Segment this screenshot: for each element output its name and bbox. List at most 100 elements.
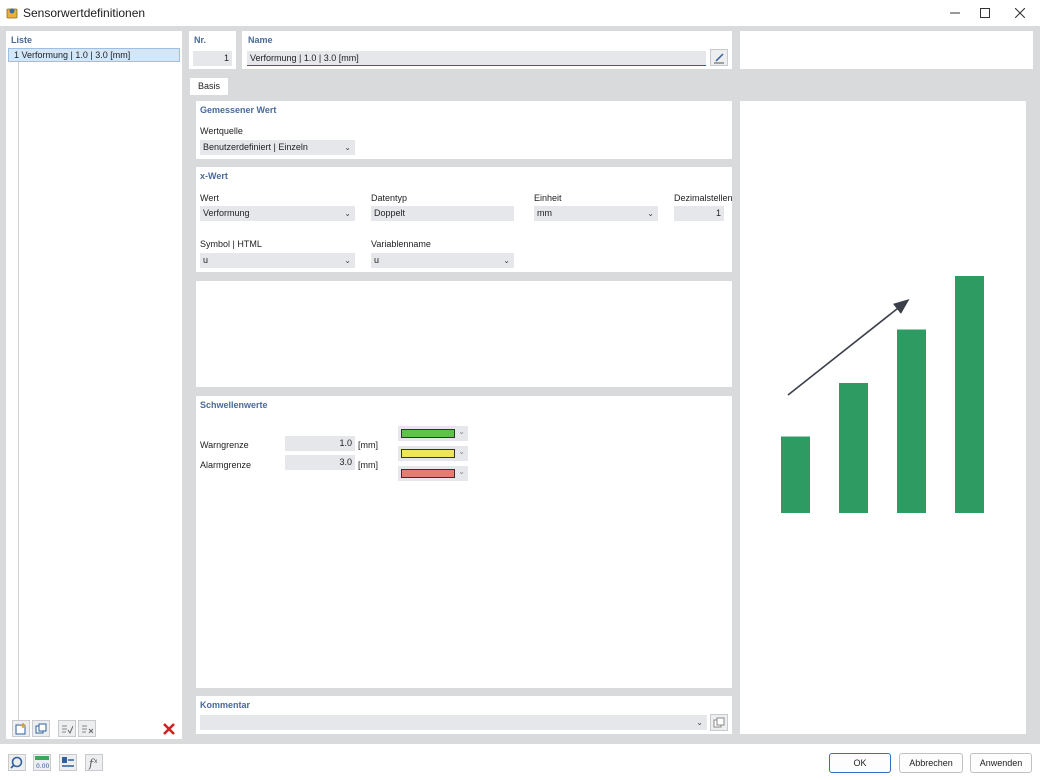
einheit-value: mm: [537, 208, 552, 218]
x-icon: [1015, 8, 1025, 18]
name-panel: Name Verformung | 1.0 | 3.0 [mm]: [242, 31, 732, 69]
ok-color-select[interactable]: ⌄: [398, 426, 468, 441]
warn-unit: [mm]: [358, 440, 378, 450]
search-button[interactable]: [8, 754, 26, 771]
svg-text:0.00: 0.00: [36, 763, 50, 770]
illustration-bar: [839, 383, 868, 513]
wert-label: Wert: [200, 193, 219, 203]
minimize-button[interactable]: [938, 0, 972, 26]
illustration-panel: [740, 101, 1026, 734]
ok-button[interactable]: OK: [829, 753, 891, 773]
growth-chart-illustration: [781, 276, 984, 513]
variable-value: u: [374, 255, 380, 265]
new-item-button[interactable]: [12, 720, 30, 737]
delete-icon: [162, 722, 175, 735]
list-item[interactable]: 1 Verformung | 1.0 | 3.0 [mm]: [8, 48, 180, 62]
wert-value: Verformung: [203, 208, 250, 218]
einheit-select[interactable]: mm ⌄: [534, 206, 658, 221]
check-list-icon: [62, 725, 73, 734]
nr-label: Nr.: [194, 35, 207, 45]
uncheck-list-icon: [82, 725, 93, 733]
wert-select[interactable]: Verformung ⌄: [200, 206, 355, 221]
measured-title: Gemessener Wert: [200, 105, 277, 115]
new-icon: [15, 722, 26, 734]
color-swatch: [401, 449, 455, 458]
symbol-value: u: [203, 255, 209, 265]
alarm-color-select[interactable]: ⌄: [398, 466, 468, 481]
tab-basis[interactable]: Basis: [190, 78, 228, 95]
maximize-button[interactable]: [968, 0, 1002, 26]
apply-button[interactable]: Anwenden: [970, 753, 1032, 773]
comment-library-button[interactable]: [710, 714, 728, 731]
formula-icon: fx: [85, 754, 103, 771]
alarm-unit: [mm]: [358, 460, 378, 470]
thresholds-title: Schwellenwerte: [200, 400, 268, 410]
copy-item-button[interactable]: [32, 720, 50, 737]
uncheck-button[interactable]: [78, 720, 96, 737]
comment-title: Kommentar: [200, 700, 251, 710]
illustration-bar: [897, 329, 926, 513]
list-panel: Liste: [6, 31, 182, 739]
display-settings-button[interactable]: [59, 754, 77, 771]
warn-color-select[interactable]: ⌄: [398, 446, 468, 461]
xvalue-section: x-Wert Wert Verformung ⌄ Datentyp Doppel…: [196, 167, 733, 272]
formula-button[interactable]: fx: [85, 754, 103, 771]
title-bar: Sensorwertdefinitionen: [0, 0, 1040, 26]
source-value: Benutzerdefiniert | Einzeln: [203, 142, 308, 152]
edit-name-button[interactable]: [710, 49, 728, 66]
alarm-field[interactable]: 3.0: [285, 455, 355, 470]
chevron-down-icon: ⌄: [458, 447, 465, 456]
source-label: Wertquelle: [200, 126, 243, 136]
info-panel: [740, 31, 1033, 69]
chevron-down-icon: ⌄: [344, 256, 351, 265]
warn-field[interactable]: 1.0: [285, 436, 355, 451]
units-icon: 0.00: [33, 754, 51, 771]
app-icon: [6, 6, 18, 19]
chevron-down-icon: ⌄: [503, 256, 510, 265]
nr-panel: Nr. 1: [189, 31, 236, 69]
search-icon: [8, 754, 26, 771]
edit-icon: [714, 52, 724, 63]
color-swatch: [401, 469, 455, 478]
svg-text:x: x: [94, 758, 98, 765]
measured-section: Gemessener Wert Wertquelle Benutzerdefin…: [196, 101, 732, 159]
einheit-label: Einheit: [534, 193, 562, 203]
name-field[interactable]: Verformung | 1.0 | 3.0 [mm]: [247, 51, 706, 66]
units-button[interactable]: 0.00: [33, 754, 51, 771]
chevron-down-icon: ⌄: [458, 467, 465, 476]
symbol-label: Symbol | HTML: [200, 239, 262, 249]
comment-section: Kommentar ⌄: [196, 696, 732, 734]
symbol-select[interactable]: u ⌄: [200, 253, 355, 268]
library-icon: [713, 717, 725, 727]
source-select[interactable]: Benutzerdefiniert | Einzeln ⌄: [200, 140, 355, 155]
chevron-down-icon: ⌄: [344, 143, 351, 152]
variable-label: Variablenname: [371, 239, 431, 249]
xvalue-title: x-Wert: [200, 171, 228, 181]
chevron-down-icon: ⌄: [344, 209, 351, 218]
warn-label: Warngrenze: [200, 440, 249, 450]
illustration-bar: [781, 436, 810, 513]
alarm-label: Alarmgrenze: [200, 460, 252, 470]
list-tree-line: [18, 62, 19, 722]
nr-field: 1: [193, 51, 232, 66]
cancel-button[interactable]: Abbrechen: [899, 753, 963, 773]
variable-select[interactable]: u ⌄: [371, 253, 514, 268]
datentyp-field: Doppelt: [371, 206, 514, 221]
illustration-bar: [955, 276, 984, 513]
dezimal-field[interactable]: 1: [674, 206, 724, 221]
dezimal-label: Dezimalstellen: [674, 193, 733, 203]
square-icon: [980, 8, 990, 18]
window-title: Sensorwertdefinitionen: [23, 6, 146, 20]
name-label: Name: [248, 35, 273, 45]
delete-button[interactable]: [160, 720, 177, 737]
chevron-down-icon: ⌄: [696, 718, 703, 727]
close-button[interactable]: [1003, 0, 1037, 26]
chevron-down-icon: ⌄: [458, 427, 465, 436]
comment-select[interactable]: ⌄: [200, 715, 707, 730]
list-header: Liste: [11, 35, 33, 45]
check-button[interactable]: [58, 720, 76, 737]
thresholds-section: Schwellenwerte Warngrenze 1.0 [mm] Alarm…: [196, 396, 732, 688]
copy-icon: [35, 723, 47, 733]
empty-section: [196, 281, 732, 387]
color-swatch: [401, 429, 455, 438]
